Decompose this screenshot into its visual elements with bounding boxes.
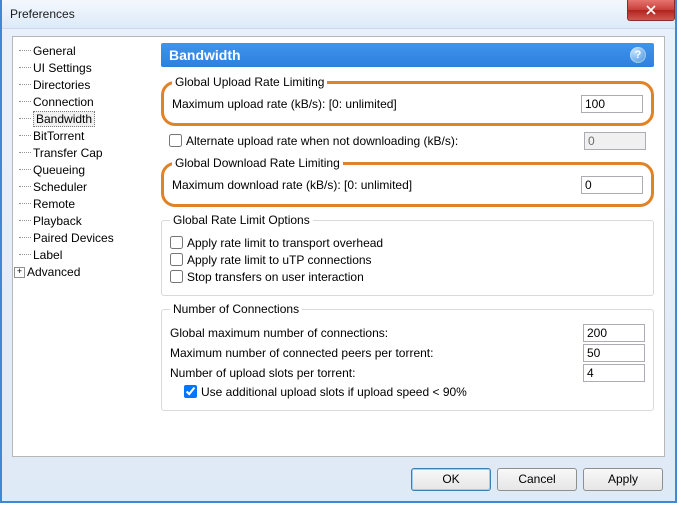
upload-slots-label: Number of upload slots per torrent:	[170, 366, 583, 380]
content-panel: Bandwidth ? Global Upload Rate Limiting …	[151, 37, 664, 456]
tree-connector	[19, 84, 31, 86]
peers-per-torrent-label: Maximum number of connected peers per to…	[170, 346, 583, 360]
tree-connector	[19, 220, 31, 222]
tree-connector	[19, 50, 31, 52]
rate-limit-options-legend: Global Rate Limit Options	[170, 213, 313, 227]
sidebar-item-label: Directories	[33, 78, 90, 92]
alt-upload-input	[584, 132, 646, 150]
sidebar-item-ui-settings[interactable]: UI Settings	[17, 60, 146, 76]
tree-connector	[19, 101, 31, 103]
sidebar-item-bandwidth[interactable]: Bandwidth	[17, 111, 146, 127]
connections-group: Number of Connections Global maximum num…	[161, 302, 654, 411]
tree-connector	[19, 237, 31, 239]
utp-label: Apply rate limit to uTP connections	[187, 253, 372, 267]
additional-slots-checkbox[interactable]	[184, 385, 197, 398]
global-connections-label: Global maximum number of connections:	[170, 326, 583, 340]
sidebar-item-playback[interactable]: Playback	[17, 213, 146, 229]
sidebar-item-advanced[interactable]: +Advanced	[17, 264, 146, 280]
preferences-window: Preferences General UI Settings Directorie…	[0, 0, 677, 503]
sidebar-item-label: Scheduler	[33, 180, 87, 194]
sidebar-item-label: Queueing	[33, 163, 85, 177]
global-connections-input[interactable]	[583, 324, 645, 342]
sidebar-item-directories[interactable]: Directories	[17, 77, 146, 93]
tree-connector	[19, 254, 31, 256]
stop-on-interaction-checkbox[interactable]	[170, 270, 183, 283]
sidebar-item-label: BitTorrent	[33, 129, 84, 143]
transport-overhead-label: Apply rate limit to transport overhead	[187, 236, 383, 250]
utp-checkbox[interactable]	[170, 253, 183, 266]
sidebar-item-label: Label	[33, 248, 62, 262]
max-download-input[interactable]	[581, 176, 643, 194]
upload-rate-group: Global Upload Rate Limiting Maximum uplo…	[161, 75, 654, 126]
sidebar-item-label: Playback	[33, 214, 82, 228]
dialog-footer: OK Cancel Apply	[2, 457, 675, 501]
upload-rate-legend: Global Upload Rate Limiting	[172, 75, 327, 89]
panel-header: Bandwidth ?	[161, 43, 654, 67]
sidebar-item-label: UI Settings	[33, 61, 92, 75]
alt-upload-row: Alternate upload rate when not downloadi…	[169, 134, 584, 148]
peers-per-torrent-input[interactable]	[583, 344, 645, 362]
sidebar-item-label: Bandwidth	[33, 111, 95, 127]
sidebar-item-remote[interactable]: Remote	[17, 196, 146, 212]
stop-on-interaction-label: Stop transfers on user interaction	[187, 270, 364, 284]
sidebar-item-label[interactable]: Label	[17, 247, 146, 263]
sidebar-item-general[interactable]: General	[17, 43, 146, 59]
titlebar: Preferences	[2, 0, 675, 29]
download-rate-legend: Global Download Rate Limiting	[172, 156, 343, 170]
sidebar-item-label: Remote	[33, 197, 75, 211]
sidebar-item-label: Paired Devices	[33, 231, 114, 245]
additional-slots-label: Use additional upload slots if upload sp…	[201, 385, 467, 399]
download-rate-group: Global Download Rate Limiting Maximum do…	[161, 156, 654, 207]
sidebar-item-connection[interactable]: Connection	[17, 94, 146, 110]
tree-connector	[19, 203, 31, 205]
alt-upload-checkbox[interactable]	[169, 134, 182, 147]
sidebar-item-scheduler[interactable]: Scheduler	[17, 179, 146, 195]
tree-connector	[19, 67, 31, 69]
sidebar-item-transfer-cap[interactable]: Transfer Cap	[17, 145, 146, 161]
tree-connector	[19, 169, 31, 171]
alt-upload-label: Alternate upload rate when not downloadi…	[186, 134, 458, 148]
apply-button[interactable]: Apply	[583, 468, 663, 491]
connections-legend: Number of Connections	[170, 302, 302, 316]
tree-connector	[19, 152, 31, 154]
window-title: Preferences	[10, 7, 75, 21]
sidebar-item-label: Advanced	[27, 265, 80, 279]
panel-title: Bandwidth	[169, 47, 241, 63]
max-upload-input[interactable]	[581, 95, 643, 113]
tree-connector	[19, 118, 31, 120]
sidebar-item-label: Transfer Cap	[33, 146, 103, 160]
sidebar-item-paired-devices[interactable]: Paired Devices	[17, 230, 146, 246]
client-area: General UI Settings Directories Connection B…	[12, 36, 665, 457]
tree-connector	[19, 186, 31, 188]
upload-slots-input[interactable]	[583, 364, 645, 382]
category-sidebar: General UI Settings Directories Connection B…	[13, 37, 151, 456]
max-upload-label: Maximum upload rate (kB/s): [0: unlimite…	[172, 97, 581, 111]
tree-connector	[19, 135, 31, 137]
transport-overhead-checkbox[interactable]	[170, 236, 183, 249]
close-button[interactable]	[627, 0, 675, 21]
cancel-button[interactable]: Cancel	[497, 468, 577, 491]
sidebar-item-bittorrent[interactable]: BitTorrent	[17, 128, 146, 144]
sidebar-item-label: General	[33, 44, 76, 58]
rate-limit-options-group: Global Rate Limit Options Apply rate lim…	[161, 213, 654, 296]
sidebar-item-label: Connection	[33, 95, 94, 109]
sidebar-item-queueing[interactable]: Queueing	[17, 162, 146, 178]
max-download-label: Maximum download rate (kB/s): [0: unlimi…	[172, 178, 581, 192]
expand-icon[interactable]: +	[14, 267, 25, 278]
help-icon[interactable]: ?	[630, 47, 646, 63]
ok-button[interactable]: OK	[411, 468, 491, 491]
close-icon	[646, 5, 656, 15]
